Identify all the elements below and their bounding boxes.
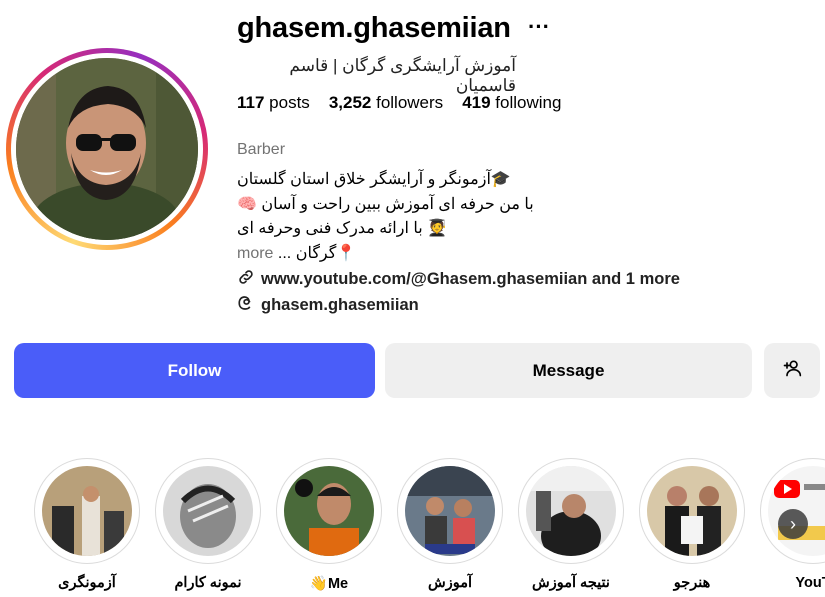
threads-icon (237, 294, 255, 317)
profile-avatar[interactable] (6, 48, 208, 250)
highlight-label: YouT (795, 575, 825, 591)
bio-more-link[interactable]: more (237, 245, 273, 262)
followers-stat[interactable]: 3,252 followers (329, 93, 443, 113)
follow-button[interactable]: Follow (14, 343, 375, 398)
highlight-label: Me👋 (309, 576, 349, 592)
bio-line: 📍گرگان ... more (237, 244, 357, 262)
profile-username: ghasem.ghasemiian (237, 12, 511, 44)
highlight-label: آزمونگری (58, 575, 116, 591)
chevron-right-icon[interactable]: › (778, 509, 808, 539)
bio-line: 🧑‍🎓 با ارائه مدرک فنی وحرفه ای (237, 220, 448, 237)
avatar-photo (16, 58, 198, 240)
posts-stat[interactable]: 117 posts (237, 93, 310, 113)
suggest-users-button[interactable] (764, 343, 820, 398)
highlight-cover (526, 466, 616, 556)
story-highlight[interactable]: آموزش (397, 458, 503, 591)
story-highlight[interactable]: هنرجو (639, 458, 745, 591)
story-highlight[interactable]: Me👋 (276, 458, 382, 592)
highlight-cover (42, 466, 132, 556)
bio-line: 🎓آزمونگر و آرایشگر خلاق استان گلستان (237, 171, 511, 188)
highlight-cover (405, 466, 495, 556)
threads-link[interactable]: ghasem.ghasemiian (237, 294, 419, 317)
story-highlight[interactable]: نتیجه آموزش (518, 458, 624, 591)
external-link[interactable]: www.youtube.com/@Ghasem.ghasemiian and 1… (237, 268, 680, 291)
story-highlight[interactable]: آزمونگری (34, 458, 140, 591)
story-highlight[interactable]: نمونه کارام (155, 458, 261, 591)
message-button[interactable]: Message (385, 343, 752, 398)
profile-bio: 🎓آزمونگر و آرایشگر خلاق استان گلستان با … (237, 168, 547, 266)
highlight-cover (163, 466, 253, 556)
following-stat[interactable]: 419 following (462, 93, 561, 113)
highlight-cover (284, 466, 374, 556)
external-link-text: www.youtube.com/@Ghasem.ghasemiian and 1… (261, 270, 680, 288)
highlight-cover (647, 466, 737, 556)
add-user-icon (782, 358, 802, 383)
threads-handle: ghasem.ghasemiian (261, 296, 419, 314)
highlight-label: هنرجو (673, 575, 711, 591)
profile-full-name: آموزش آرایشگری گرگان | قاسم قاسمیان (289, 56, 516, 95)
ellipsis-icon[interactable]: ··· (528, 14, 550, 40)
highlight-label: نتیجه آموزش (532, 575, 610, 591)
highlight-label: نمونه کارام (174, 575, 242, 591)
bio-line: با من حرفه ای آموزش ببین راحت و آسان 🧠 (237, 195, 534, 213)
profile-stats: 117 posts 3,252 followers 419 following (237, 93, 561, 113)
profile-category: Barber (237, 141, 286, 158)
highlight-label: آموزش (428, 575, 472, 591)
link-icon (237, 268, 255, 291)
